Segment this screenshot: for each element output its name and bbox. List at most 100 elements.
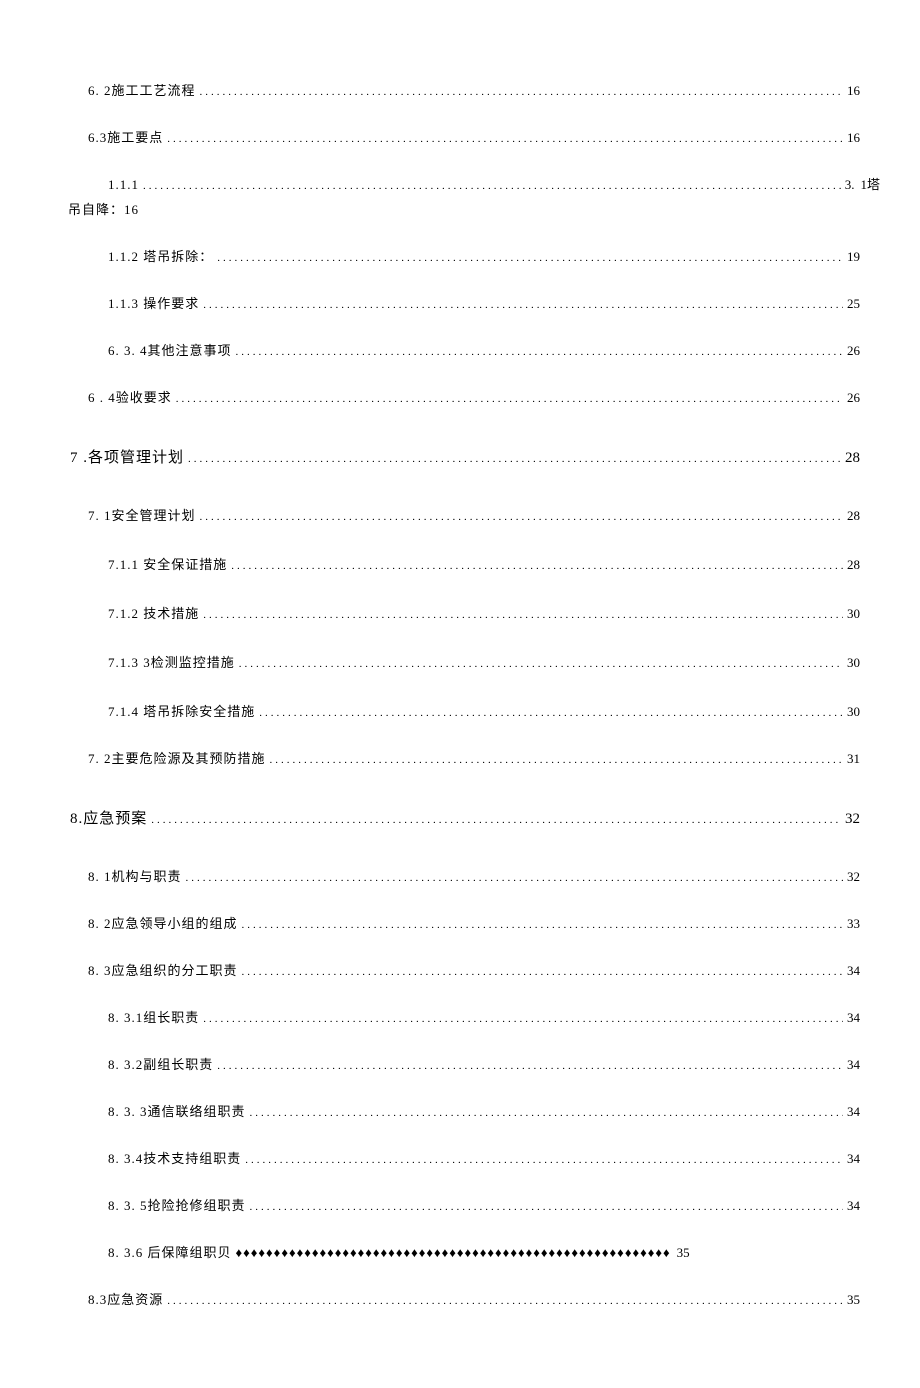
toc-page: 34 [847, 1104, 860, 1120]
toc-entry-7: 7 .各项管理计划 28 [70, 446, 860, 467]
toc-page: 34 [847, 1198, 860, 1214]
toc-page: 19 [847, 249, 860, 265]
page: 6. 2施工工艺流程 16 6.3施工要点 16 1.1.1 3. 1塔 吊自降… [0, 0, 920, 1388]
toc-label: 7. 2主要危险源及其预防措施 [88, 748, 266, 767]
toc-label: 8. 1机构与职责 [88, 866, 182, 885]
toc-label: 8. 2应急领导小组的组成 [88, 913, 238, 932]
toc-label: 7. 1安全管理计划 [88, 505, 196, 524]
toc-label: 6.3施工要点 [88, 127, 163, 146]
toc-page: 28 [845, 450, 860, 467]
toc-leader [259, 704, 843, 720]
toc-entry-8-3-2: 8. 3.2副组长职责 34 [108, 1054, 860, 1073]
toc-label: 8. 3应急组织的分工职责 [88, 960, 238, 979]
toc-entry-7-1-2: 7.1.2 技术措施 30 [108, 603, 860, 622]
toc-entry-8: 8.应急预案 32 [70, 807, 860, 828]
toc-label-continued: 吊自降：16 [68, 202, 139, 217]
toc-leader [270, 751, 843, 767]
toc-label: 8. 3.4技术支持组职责 [108, 1148, 241, 1167]
toc-label: 8.应急预案 [70, 807, 147, 828]
toc-label: 8. 3.6 后保障组职贝 [108, 1242, 232, 1261]
toc-page: 32 [847, 869, 860, 885]
toc-entry-1-1-2: 1.1.2 塔吊拆除： 19 [108, 246, 860, 265]
toc-leader [203, 606, 843, 622]
toc-entry-1-1-1: 1.1.1 3. 1塔 [108, 174, 880, 193]
toc-leader [250, 1104, 843, 1120]
toc-leader [236, 343, 843, 359]
toc-page: 30 [847, 606, 860, 622]
toc-page: 25 [847, 296, 860, 312]
toc-leader [203, 296, 843, 312]
toc-page: 35 [677, 1245, 690, 1261]
toc-label: 6. 2施工工艺流程 [88, 80, 196, 99]
toc-label: 7.1.2 技术措施 [108, 603, 199, 622]
toc-page: 35 [847, 1292, 860, 1308]
toc-trail: 1塔 [860, 174, 880, 193]
toc-entry-6-3: 6.3施工要点 16 [88, 127, 860, 146]
toc-leader [176, 390, 843, 406]
toc-page: 28 [847, 557, 860, 573]
toc-leader [217, 1057, 843, 1073]
toc-entry-7-2: 7. 2主要危险源及其预防措施 31 [88, 748, 860, 767]
toc-entry-8-3-5: 8. 3. 5抢险抢修组职责 34 [108, 1195, 860, 1214]
toc-page: 34 [847, 1151, 860, 1167]
toc-page: 26 [847, 390, 860, 406]
toc-entry-6-4: 6 . 4验收要求 26 [88, 387, 860, 406]
toc-page: 34 [847, 963, 860, 979]
toc-entry-8-3-6: 8. 3.6 后保障组职贝 ♦♦♦♦♦♦♦♦♦♦♦♦♦♦♦♦♦♦♦♦♦♦♦♦♦♦… [108, 1242, 860, 1261]
toc-label: 8. 3. 5抢险抢修组职责 [108, 1195, 246, 1214]
toc-label: 8. 3.1组长职责 [108, 1007, 199, 1026]
toc-entry-8-1: 8. 1机构与职责 32 [88, 866, 860, 885]
toc-label: 6 . 4验收要求 [88, 387, 172, 406]
toc-entry-1-1-3: 1.1.3 操作要求 25 [108, 293, 860, 312]
toc-leader [239, 655, 843, 671]
toc-page: 30 [847, 704, 860, 720]
toc-entry-7-1-4: 7.1.4 塔吊拆除安全措施 30 [108, 701, 860, 720]
toc-leader-diamond: ♦♦♦♦♦♦♦♦♦♦♦♦♦♦♦♦♦♦♦♦♦♦♦♦♦♦♦♦♦♦♦♦♦♦♦♦♦♦♦♦… [236, 1245, 671, 1261]
toc-entry-8-2: 8. 2应急领导小组的组成 33 [88, 913, 860, 932]
toc-label: 7.1.1 安全保证措施 [108, 554, 227, 573]
toc-leader [242, 916, 843, 932]
toc-entry-8-3-3: 8. 3. 3通信联络组职责 34 [108, 1101, 860, 1120]
toc-leader [217, 249, 843, 265]
toc-entry-8-3-1: 8. 3.1组长职责 34 [108, 1007, 860, 1026]
toc-leader [250, 1198, 843, 1214]
toc-label: 8. 3.2副组长职责 [108, 1054, 213, 1073]
toc-entry-7-1-3: 7.1.3 3检测监控措施 30 [108, 652, 860, 671]
toc-page: 31 [847, 751, 860, 767]
toc-entry-8-3-4: 8. 3.4技术支持组职责 34 [108, 1148, 860, 1167]
toc-leader [167, 1292, 843, 1308]
toc-page: 16 [847, 83, 860, 99]
toc-page: 30 [847, 655, 860, 671]
toc-label: 1.1.3 操作要求 [108, 293, 199, 312]
toc-entry-7-1: 7. 1安全管理计划 28 [88, 505, 860, 524]
toc-label: 1.1.2 塔吊拆除： [108, 246, 213, 265]
toc-leader [200, 83, 843, 99]
toc-label: 7.1.3 3检测监控措施 [108, 652, 235, 671]
toc-leader [200, 508, 843, 524]
toc-leader [231, 557, 843, 573]
toc-leader [245, 1151, 843, 1167]
toc-page: 32 [845, 811, 860, 828]
toc-entry-8-3: 8. 3应急组织的分工职责 34 [88, 960, 860, 979]
toc-label: 7 .各项管理计划 [70, 446, 184, 467]
toc-entry-8-3b: 8.3应急资源 35 [88, 1289, 860, 1308]
toc-page: 34 [847, 1010, 860, 1026]
toc-entry-6-2: 6. 2施工工艺流程 16 [88, 80, 860, 99]
toc-leader [242, 963, 843, 979]
toc-entry-1-1-1-continued: 吊自降：16 [68, 199, 860, 218]
toc-leader [188, 450, 841, 467]
toc-label: 8.3应急资源 [88, 1289, 163, 1308]
toc-leader [186, 869, 843, 885]
toc-label: 7.1.4 塔吊拆除安全措施 [108, 701, 255, 720]
toc-leader [203, 1010, 843, 1026]
toc-leader [143, 177, 841, 193]
toc-label: 8. 3. 3通信联络组职责 [108, 1101, 246, 1120]
toc-page: 28 [847, 508, 860, 524]
toc-label: 6. 3. 4其他注意事项 [108, 340, 232, 359]
toc-page: 3. [845, 177, 855, 193]
toc-page: 33 [847, 916, 860, 932]
toc-leader [167, 130, 843, 146]
toc-leader [151, 811, 841, 828]
toc-entry-6-3-4: 6. 3. 4其他注意事项 26 [108, 340, 860, 359]
toc-entry-7-1-1: 7.1.1 安全保证措施 28 [108, 554, 860, 573]
